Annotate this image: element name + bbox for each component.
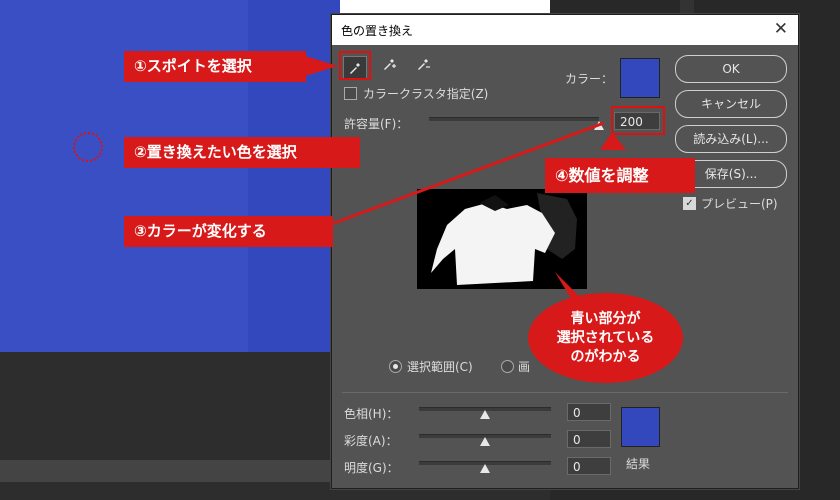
step2-callout: ②置き換えたい色を選択 (124, 137, 360, 168)
step1-callout: ①スポイトを選択 (124, 51, 306, 82)
bubble-tail (555, 272, 583, 302)
step4-callout: ④数値を調整 (545, 158, 695, 193)
bubble-line-2: 選択されている (556, 329, 655, 346)
bubble-line-3: のがわかる (570, 348, 641, 365)
explanation-bubble: 青い部分が 選択されている のがわかる (528, 293, 683, 383)
step3-callout: ③カラーが変化する (124, 216, 333, 247)
bubble-line-1: 青い部分が (570, 310, 641, 327)
